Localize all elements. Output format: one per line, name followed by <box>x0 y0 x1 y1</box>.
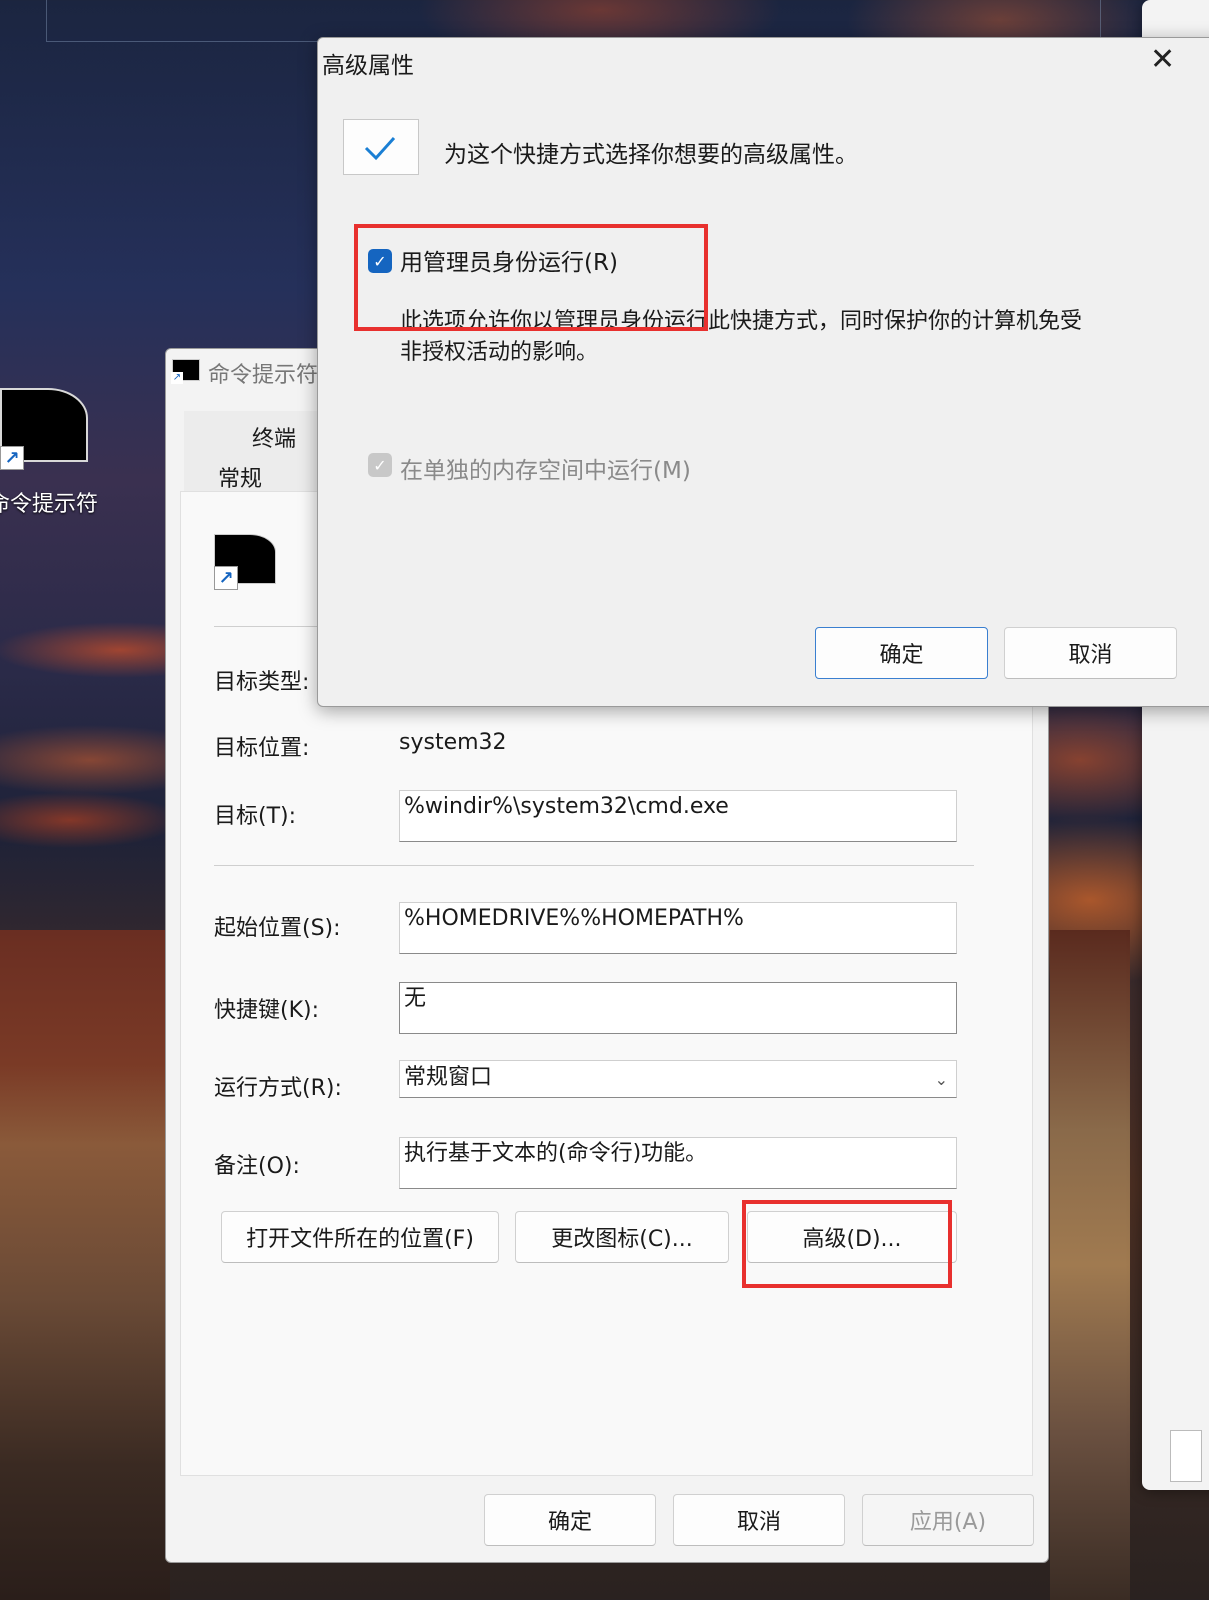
advanced-dialog-title: 高级属性 <box>322 53 414 79</box>
target-input[interactable]: %windir%\system32\cmd.exe <box>399 790 957 842</box>
shortcut-arrow-icon: ↗ <box>214 566 238 590</box>
chevron-down-icon: ⌄ <box>934 1070 948 1089</box>
comment-input[interactable]: 执行基于文本的(命令行)功能。 <box>399 1137 957 1189</box>
change-icon-button[interactable]: 更改图标(C)... <box>515 1211 729 1263</box>
divider <box>214 865 974 866</box>
close-icon[interactable]: ✕ <box>1150 42 1175 77</box>
separate-memory-checkbox[interactable]: ✓ <box>368 453 392 477</box>
separate-memory-label: 在单独的内存空间中运行(M) <box>400 458 691 484</box>
open-file-location-button[interactable]: 打开文件所在的位置(F) <box>221 1211 499 1263</box>
comment-label: 备注(O): <box>214 1154 300 1179</box>
run-as-admin-label[interactable]: 用管理员身份运行(R) <box>400 243 618 277</box>
ok-button[interactable]: 确定 <box>484 1494 656 1546</box>
run-mode-label: 运行方式(R): <box>214 1076 342 1101</box>
run-mode-select[interactable]: 常规窗口 ⌄ <box>399 1060 957 1098</box>
advanced-dialog-header: 为这个快捷方式选择你想要的高级属性。 <box>444 142 858 168</box>
run-mode-value: 常规窗口 <box>404 1065 493 1090</box>
start-in-label: 起始位置(S): <box>214 916 341 941</box>
start-in-input[interactable]: %HOMEDRIVE%%HOMEPATH% <box>399 902 957 954</box>
shortcut-key-input[interactable]: 无 <box>399 982 957 1034</box>
shortcut-arrow-icon: ↗ <box>0 446 24 470</box>
desktop-shortcut-label: 命令提示符 <box>0 492 99 517</box>
advanced-cancel-button[interactable]: 取消 <box>1004 627 1177 679</box>
apply-button[interactable]: 应用(A) <box>862 1494 1034 1546</box>
tab-terminal[interactable]: 终端 <box>252 421 296 453</box>
advanced-ok-button[interactable]: 确定 <box>815 627 988 679</box>
checkmark-icon <box>343 119 419 175</box>
properties-title: 命令提示符 <box>208 363 319 388</box>
advanced-button[interactable]: 高级(D)... <box>747 1211 957 1263</box>
target-type-label: 目标类型: <box>214 670 310 695</box>
target-location-label: 目标位置: <box>214 736 310 761</box>
target-location-value: system32 <box>399 730 507 755</box>
run-as-admin-checkbox[interactable]: ✓ <box>368 249 392 273</box>
cmd-icon: ↗ <box>171 359 200 384</box>
wallpaper-buildings-left <box>0 930 170 1600</box>
run-as-admin-description: 此选项允许你以管理员身份运行此快捷方式，同时保护你的计算机免受非授权活动的影响。 <box>400 309 1083 365</box>
tab-general[interactable]: 常规 <box>218 461 262 493</box>
background-window-edge <box>46 0 1101 42</box>
target-label: 目标(T): <box>214 804 297 829</box>
advanced-properties-dialog: 高级属性 ✕ 为这个快捷方式选择你想要的高级属性。 ✓ 用管理员身份运行(R) … <box>317 37 1209 707</box>
cancel-button[interactable]: 取消 <box>673 1494 845 1546</box>
shortcut-key-label: 快捷键(K): <box>214 998 320 1023</box>
wallpaper-buildings-right <box>1050 930 1130 1600</box>
